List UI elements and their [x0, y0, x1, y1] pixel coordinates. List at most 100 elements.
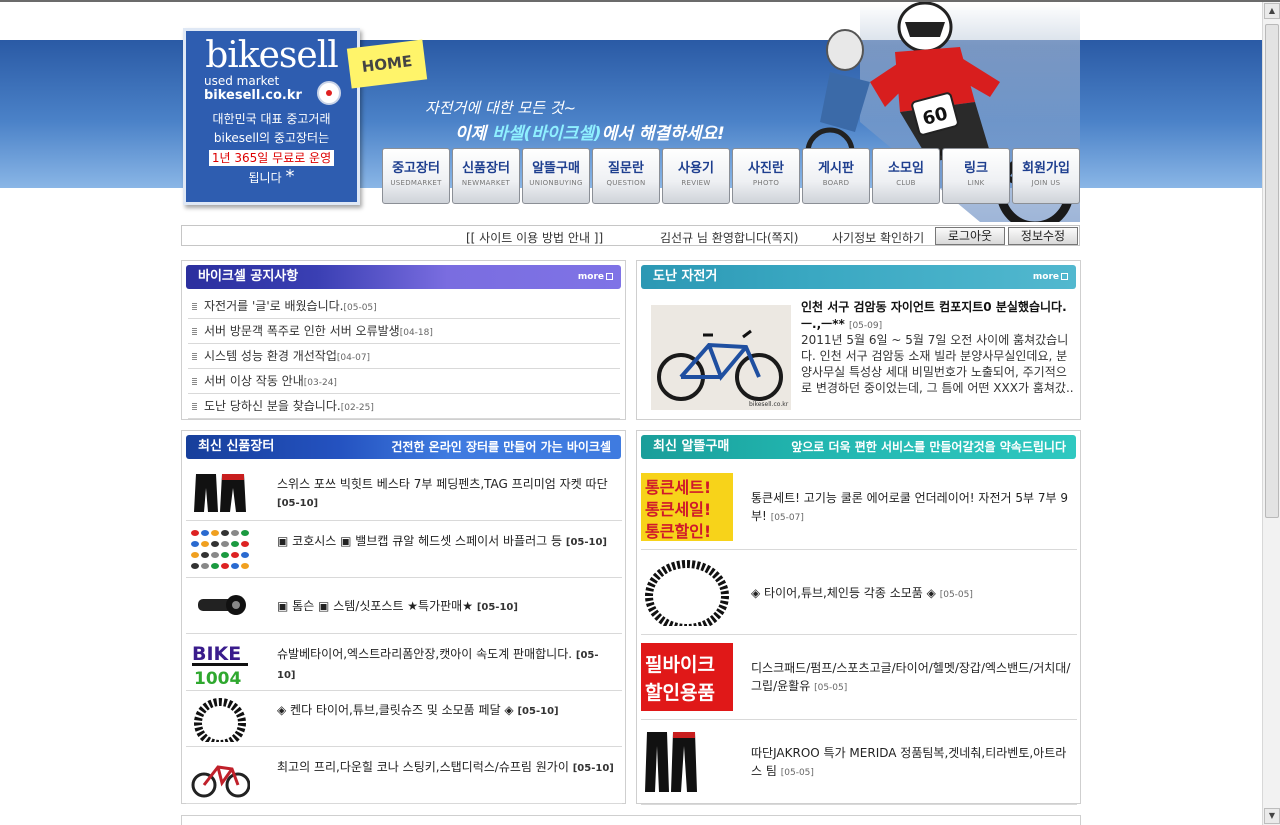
nav-item-unionbuying[interactable]: 알뜰구매 UNIONBUYING — [522, 148, 590, 204]
newmarket-item-title: ▣ 코호시스 ▣ 밸브캡 큐알 헤드셋 스페이서 바플러그 등 — [277, 533, 563, 548]
stem-thumb — [190, 583, 250, 629]
window-frame — [0, 0, 1280, 2]
newmarket-item-title: 최고의 프리,다운힐 코나 스팅키,스탭디럭스/슈프림 원가이 — [277, 759, 569, 774]
newmarket-item-date: [05-10] — [476, 602, 518, 613]
scroll-thumb[interactable] — [1265, 24, 1279, 518]
pil-bike-banner-thumb: 필바이크할인용품 — [641, 643, 733, 711]
table-row[interactable]: 통큰세트! 통큰세일! 통큰할인! 통큰세트! 고기능 쿨론 에어로쿨 언더레이어! … — [641, 465, 1077, 550]
notice-item-text: 서버 이상 작동 안내 — [204, 374, 304, 388]
buying-panel: 최신 알뜰구매 앞으로 더욱 편한 서비스를 만들어갈것을 약속드립니다 통큰세… — [636, 430, 1081, 805]
nav-item-sublabel: PHOTO — [752, 179, 780, 187]
parts-assortment-thumb — [190, 526, 250, 573]
logo-line-1: 대한민국 대표 중고거래 — [212, 112, 331, 126]
vertical-scrollbar[interactable]: ▲ ▼ — [1262, 2, 1280, 825]
buying-item-text: 통큰세트! 고기능 쿨론 에어로쿨 언더레이어! 자전거 5부 7부 9부! [… — [751, 489, 1077, 527]
notice-item-text: 자전거를 '글'로 배웠습니다. — [204, 299, 344, 313]
notice-item[interactable]: 서버 방문객 폭주로 인한 서버 오류발생[04-18] — [188, 319, 620, 344]
newmarket-item-date: [05-10] — [565, 536, 607, 548]
table-row[interactable]: 필바이크 할인용품 디스크패드/펌프/스포츠고글/타이어/헬멧/장갑/엑스밴드/거치… — [641, 635, 1077, 720]
nav-item-sublabel: REVIEW — [681, 179, 711, 187]
notice-item[interactable]: 도난 당하신 분을 찾습니다.[02-25] — [188, 394, 620, 419]
newmarket-panel: 최신 신품장터 건전한 온라인 장터를 만들어 가는 바이크셀 스위스 포쓰 빅… — [181, 430, 626, 804]
table-row[interactable]: ◈ 타이어,튜브,체인등 각종 소모품 ◈ [05-05] — [641, 550, 1077, 635]
nav-item-club[interactable]: 소모임 CLUB — [872, 148, 940, 204]
logo-line-3: 됩니다 — [248, 171, 282, 185]
notice-more-label: more — [577, 272, 604, 282]
logo-highlight: 1년 365일 무료로 운영 — [208, 150, 335, 166]
newmarket-item-date: [05-10] — [277, 498, 319, 509]
nav-item-label: 사진란 — [748, 161, 784, 176]
main-nav: 중고장터 USEDMARKET 신품장터 NEWMARKET 알뜰구매 UNIONBUYI… — [382, 148, 1082, 204]
scroll-down-icon[interactable]: ▼ — [1264, 808, 1280, 824]
buying-item-title: ◈ 타이어,튜브,체인등 각종 소모품 ◈ — [751, 586, 936, 600]
slogan-prefix: 이제 — [455, 124, 493, 144]
svg-text:통큰세트!: 통큰세트! — [645, 478, 711, 497]
newmarket-tagline: 건전한 온라인 장터를 만들어 가는 바이크셀 — [391, 440, 611, 454]
nav-item-sublabel: USEDMARKET — [390, 179, 442, 187]
notice-item-date: [03-24] — [303, 378, 337, 388]
table-row[interactable]: ◈ 켄다 타이어,튜브,클릿슈즈 및 소모품 페달 ◈ [05-10] — [186, 691, 622, 747]
more-icon — [1061, 273, 1068, 280]
buying-item-date: [05-05] — [939, 590, 973, 600]
table-row[interactable]: 최고의 프리,다운힐 코나 스팅키,스탭디럭스/슈프림 원가이 [05-10] — [186, 748, 622, 804]
notice-more-button[interactable]: more — [578, 265, 613, 289]
tire-thumb — [190, 696, 250, 742]
nav-item-newmarket[interactable]: 신품장터 NEWMARKET — [452, 148, 520, 204]
notice-item-date: [05-05] — [343, 303, 377, 313]
slogan-line-2: 이제 바셀(바이크셀)에서 해결하세요! — [455, 119, 725, 144]
table-row[interactable]: BIKE 1004 슈발베타이어,엑스트라리폼안장,캣아이 속도계 판매합니다. [… — [186, 635, 622, 691]
edit-info-button[interactable]: 정보수정 — [1008, 227, 1078, 245]
tire-thumb — [641, 558, 733, 626]
site-guide-link[interactable]: [[ 사이트 이용 방법 안내 ]] — [466, 229, 603, 246]
theft-post-title-text: 인천 서구 검암동 자이언트 컴포지트0 분실했습니다. ㅡ.,ㅡ** — [801, 300, 1067, 331]
fraud-check-link[interactable]: 사기정보 확인하기 — [832, 229, 924, 246]
nav-item-sublabel: CLUB — [896, 179, 916, 187]
bike1004-logo-thumb: BIKE 1004 — [190, 639, 250, 686]
buying-item-date: [05-07] — [770, 513, 804, 523]
newmarket-title: 최신 신품장터 — [198, 439, 275, 454]
nav-item-label: 알뜰구매 — [532, 161, 580, 176]
nav-item-label: 신품장터 — [462, 161, 510, 176]
nav-item-label: 질문란 — [608, 161, 644, 176]
theft-post-body: 2011년 5월 6일 ~ 5월 7일 오전 사이에 훔쳐갔습니다. 인천 서구… — [801, 333, 1074, 395]
slogan-highlight: 바셀(바이크셀) — [492, 124, 602, 144]
nav-item-label: 사용기 — [678, 161, 714, 176]
newmarket-item-text: ▣ 톰슨 ▣ 스템/싯포스트 ★특가판매★ [05-10] — [277, 597, 617, 617]
welcome-message[interactable]: 김선규 님 환영합니다(쪽지) — [660, 229, 798, 246]
nav-item-review[interactable]: 사용기 REVIEW — [662, 148, 730, 204]
notice-item[interactable]: 서버 이상 작동 안내[03-24] — [188, 369, 620, 394]
slogan-line-1: 자전거에 대한 모든 것~ — [425, 99, 577, 117]
cycling-shorts-thumb — [641, 728, 733, 796]
notice-item[interactable]: 자전거를 '글'로 배웠습니다.[05-05] — [188, 294, 620, 319]
nav-item-sublabel: BOARD — [822, 179, 850, 187]
site-logo[interactable]: bikesell used market bikesell.co.kr 대한민국… — [183, 28, 360, 205]
nav-item-board[interactable]: 게시판 BOARD — [802, 148, 870, 204]
table-row[interactable]: ▣ 코호시스 ▣ 밸브캡 큐알 헤드셋 스페이서 바플러그 등 [05-10] — [186, 522, 622, 578]
nav-item-sublabel: QUESTION — [606, 179, 646, 187]
scroll-up-icon[interactable]: ▲ — [1264, 3, 1280, 19]
table-row[interactable]: ▣ 톰슨 ▣ 스템/싯포스트 ★특가판매★ [05-10] — [186, 578, 622, 634]
logout-button[interactable]: 로그아웃 — [935, 227, 1005, 245]
theft-more-button[interactable]: more — [1033, 265, 1068, 289]
nav-item-usedmarket[interactable]: 중고장터 USEDMARKET — [382, 148, 450, 204]
notice-item-text: 서버 방문객 폭주로 인한 서버 오류발생 — [204, 324, 400, 338]
nav-item-sublabel: JOIN US — [1031, 179, 1061, 187]
theft-title: 도난 자전거 — [653, 269, 718, 284]
newmarket-item-date: [05-10] — [572, 762, 614, 774]
table-row[interactable]: 따단JAKROO 특가 MERIDA 정품팀복,겟네춰,티라벤토,아트라스 팀 … — [641, 720, 1077, 805]
next-panel-edge — [181, 815, 1081, 825]
nav-item-link[interactable]: 링크 LINK — [942, 148, 1010, 204]
nav-item-label: 회원가입 — [1022, 161, 1070, 176]
buying-item-text: 디스크패드/펌프/스포츠고글/타이어/헬멧/장갑/엑스밴드/거치대/그립/윤활유… — [751, 659, 1077, 697]
theft-post-title[interactable]: 인천 서구 검암동 자이언트 컴포지트0 분실했습니다. ㅡ.,ㅡ** [05-… — [801, 299, 1071, 335]
svg-text:할인용품: 할인용품 — [645, 681, 715, 704]
nav-item-label: 게시판 — [818, 161, 854, 176]
nav-item-question[interactable]: 질문란 QUESTION — [592, 148, 660, 204]
notice-item[interactable]: 시스템 성능 환경 개선작업[04-07] — [188, 344, 620, 369]
stolen-bike-photo[interactable]: bikesell.co.kr — [651, 305, 791, 410]
nav-item-label: 소모임 — [888, 161, 924, 176]
buying-header: 최신 알뜰구매 앞으로 더욱 편한 서비스를 만들어갈것을 약속드립니다 — [641, 435, 1076, 459]
nav-item-photo[interactable]: 사진란 PHOTO — [732, 148, 800, 204]
table-row[interactable]: 스위스 포쓰 빅힛트 베스타 7부 페딩펜츠,TAG 프리미엄 자켓 따단 [0… — [186, 465, 622, 521]
nav-item-join-us[interactable]: 회원가입 JOIN US — [1012, 148, 1080, 204]
